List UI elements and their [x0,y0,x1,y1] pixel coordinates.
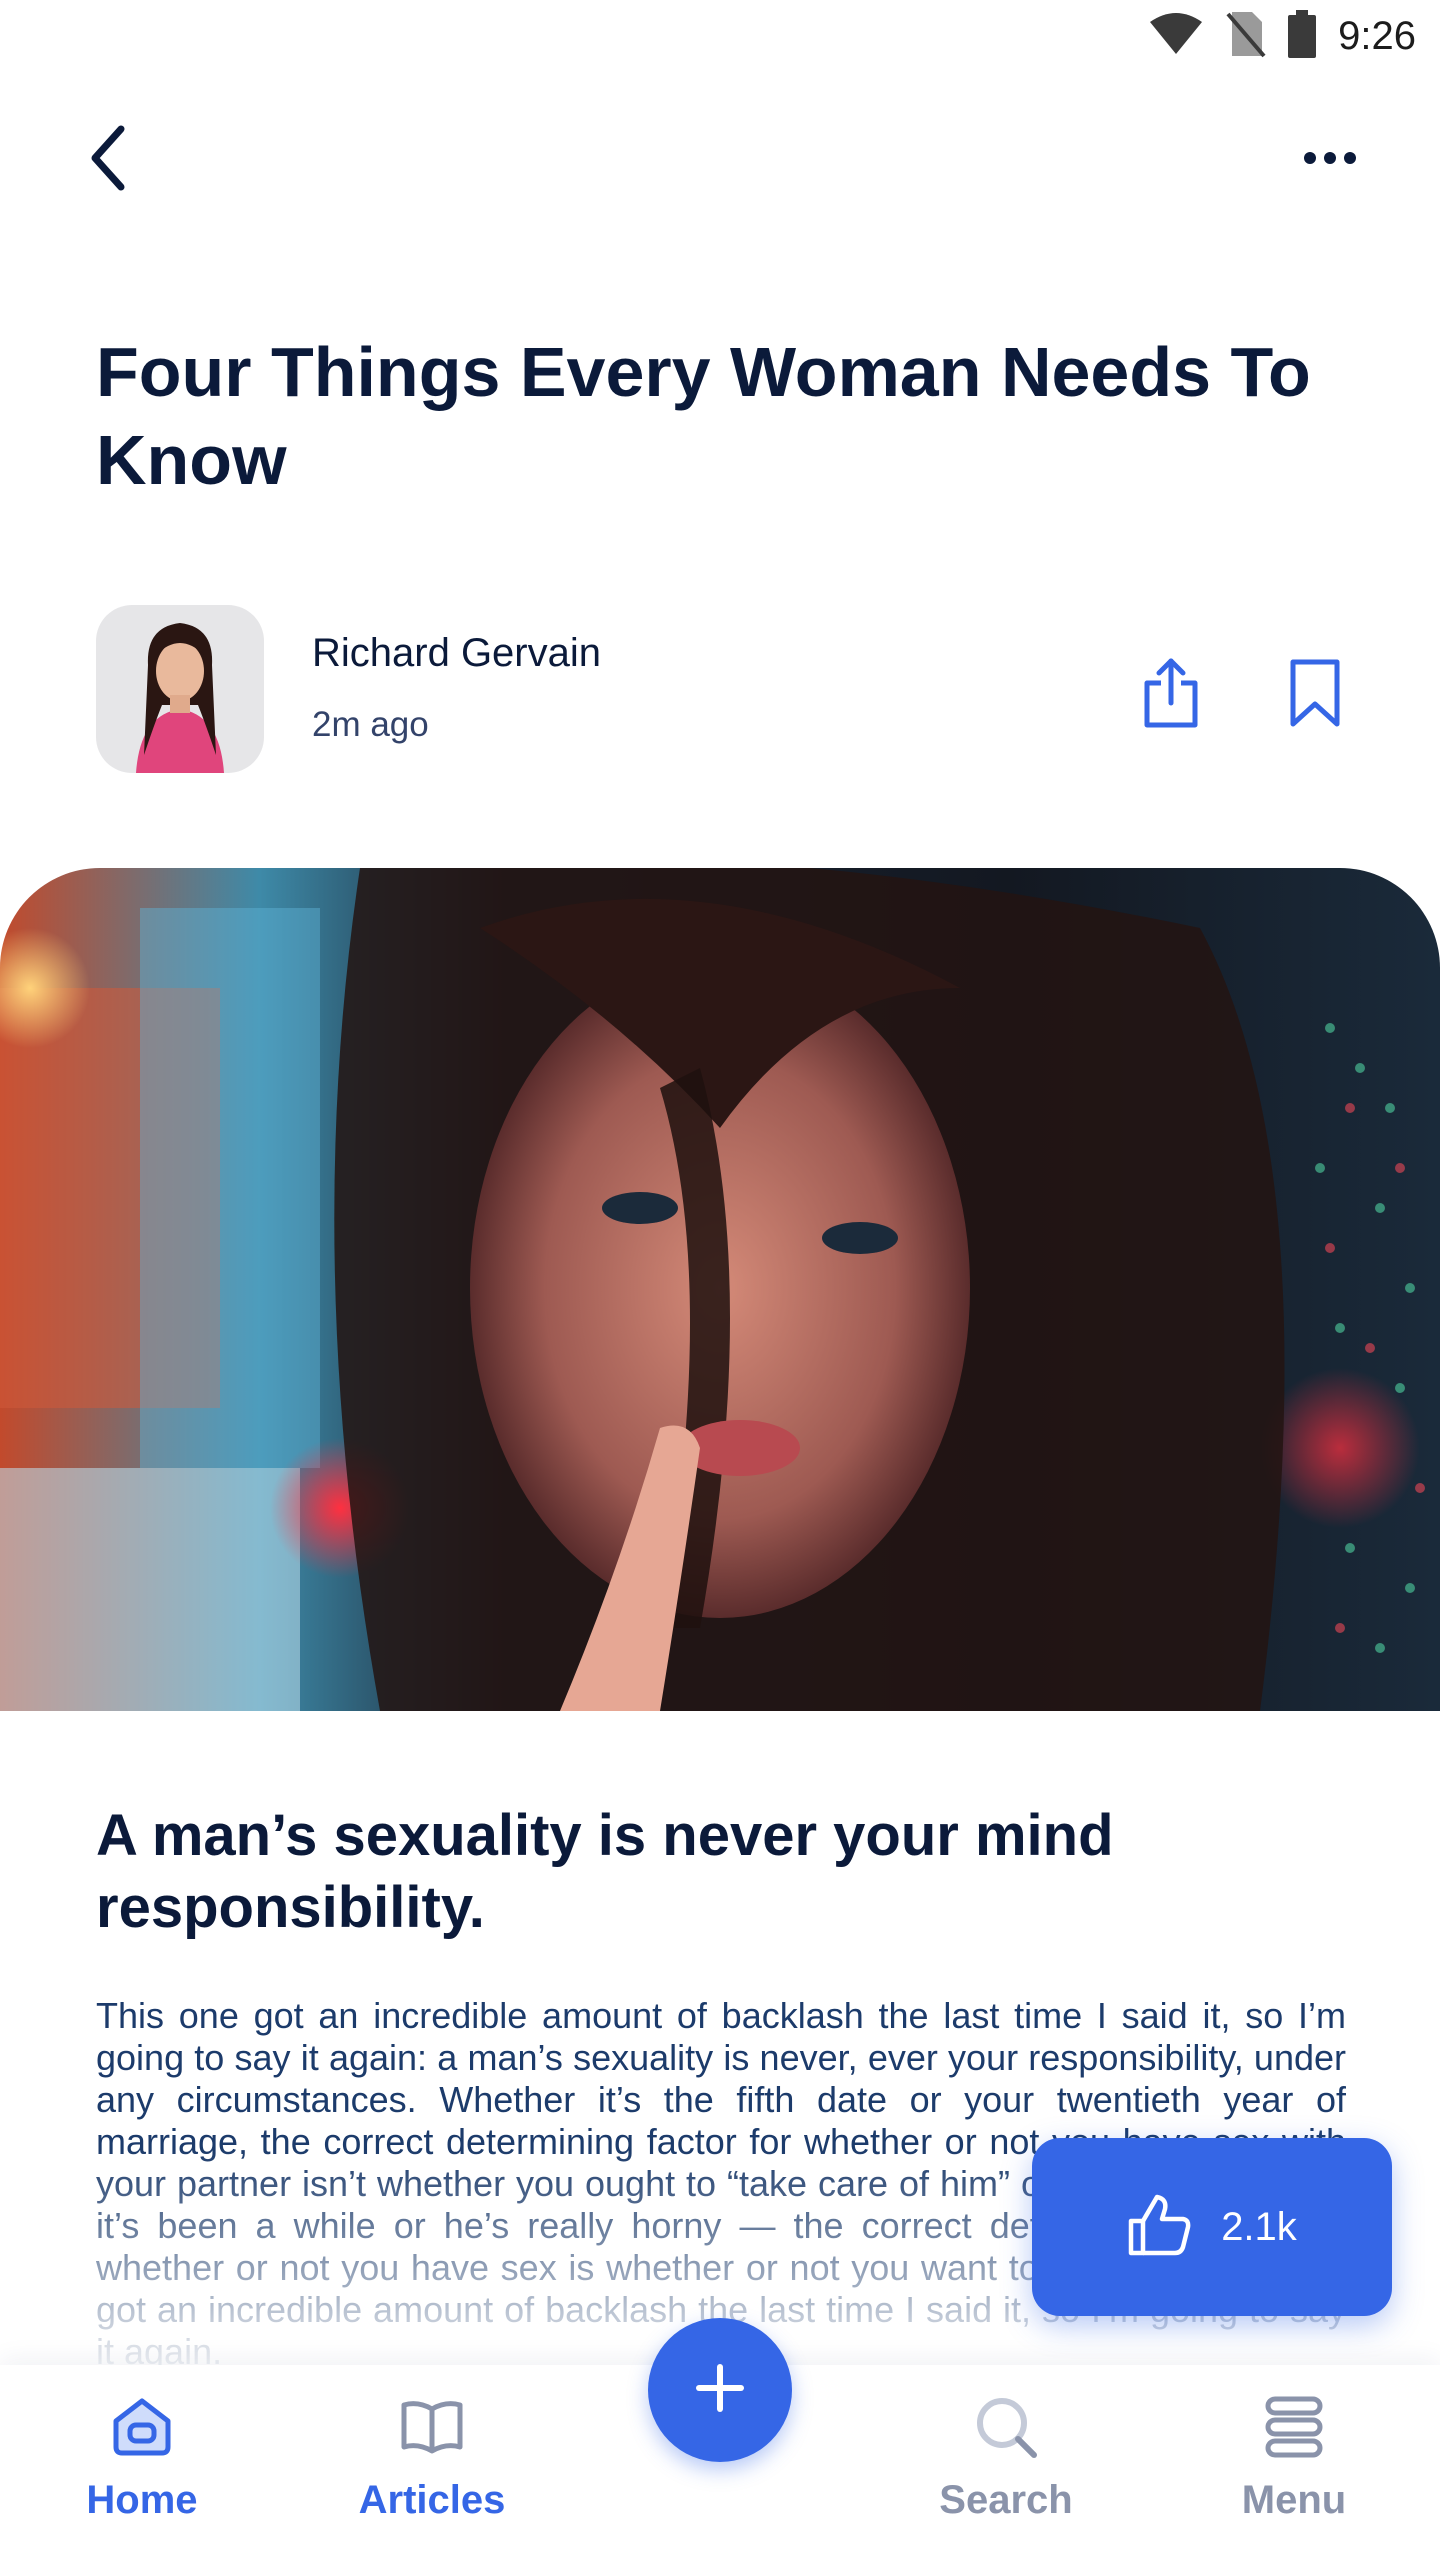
thumbs-up-icon [1127,2193,1193,2262]
like-button[interactable]: 2.1k [1032,2138,1392,2316]
share-icon [1141,657,1201,734]
book-icon [400,2395,464,2464]
nav-item-articles[interactable]: Articles [332,2395,532,2545]
like-count: 2.1k [1221,2204,1297,2249]
plus-icon [695,2363,745,2418]
status-bar: 9:26 [0,0,1440,72]
search-icon [974,2395,1038,2464]
post-time: 2m ago [312,705,429,744]
more-options-button[interactable] [1290,120,1370,200]
section-heading: A man’s sexuality is never your mind res… [96,1803,1114,1940]
nav-item-menu[interactable]: Menu [1194,2395,1394,2545]
nav-item-search[interactable]: Search [906,2395,1106,2545]
share-button[interactable] [1126,650,1216,740]
nav-label-search: Search [939,2478,1073,2522]
chevron-left-icon [85,123,135,198]
nav-label-articles: Articles [358,2478,506,2522]
author-name[interactable]: Richard Gervain [312,631,601,676]
hero-image [0,868,1440,1711]
more-horizontal-icon [1300,148,1360,173]
no-sim-icon [1226,10,1266,63]
back-button[interactable] [70,120,150,200]
home-icon [110,2395,174,2464]
bookmark-button[interactable] [1270,650,1360,740]
status-time: 9:26 [1338,13,1416,58]
article-title: Four Things Every Woman Needs To Know [96,333,1311,499]
nav-label-menu: Menu [1241,2478,1347,2522]
wifi-icon [1148,12,1204,61]
author-row: Richard Gervain 2m ago [96,605,1356,775]
top-bar [0,110,1440,210]
author-avatar[interactable] [96,605,264,773]
bookmark-icon [1288,658,1342,733]
nav-item-home[interactable]: Home [42,2395,242,2545]
battery-icon [1288,9,1317,63]
nav-label-home: Home [86,2478,198,2522]
add-button[interactable] [648,2318,792,2462]
menu-icon [1262,2395,1326,2464]
